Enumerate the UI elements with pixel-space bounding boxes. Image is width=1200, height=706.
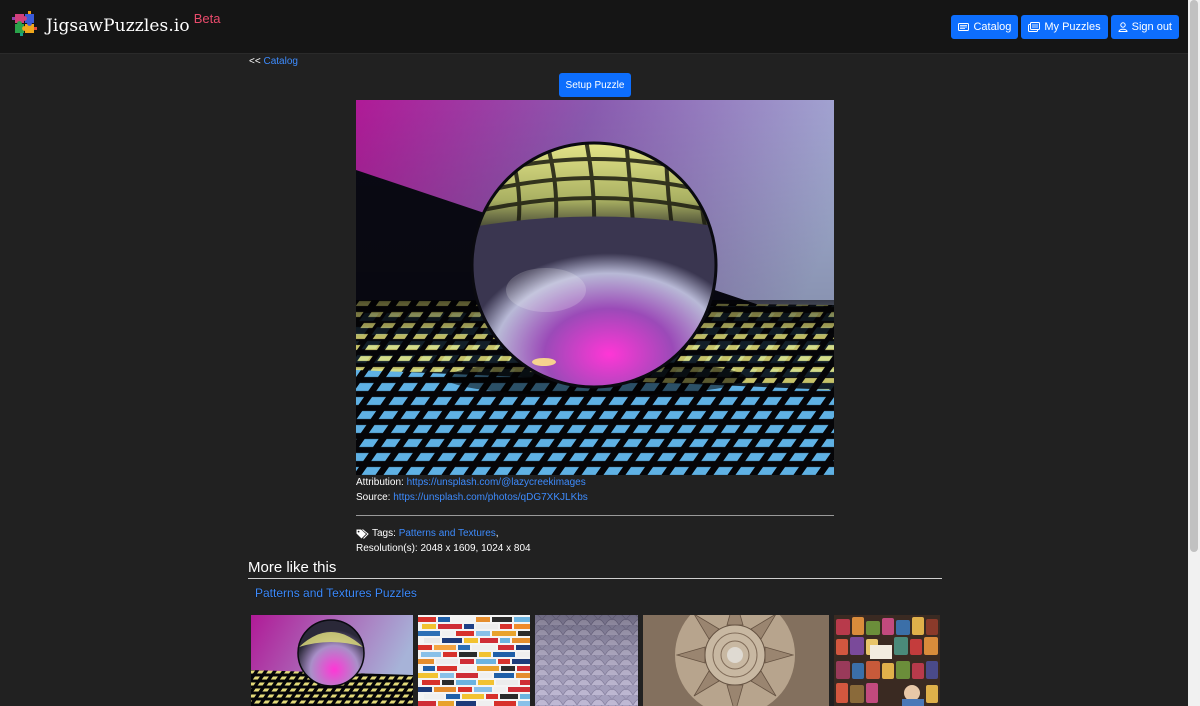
puzzle-preview-image xyxy=(356,100,834,475)
source-link[interactable]: https://unsplash.com/photos/qDG7XKJLKbs xyxy=(393,492,588,503)
breadcrumb-prefix: << xyxy=(249,56,261,67)
related-puzzle-thumbnail[interactable] xyxy=(535,615,638,706)
related-puzzle-thumbnail[interactable] xyxy=(643,615,829,706)
resolutions-value: 2048 x 1609, 1024 x 804 xyxy=(420,543,531,554)
related-puzzle-thumbnail[interactable] xyxy=(251,615,413,706)
tag-link-patterns-and-textures[interactable]: Patterns and Textures xyxy=(399,528,496,539)
more-like-this-divider xyxy=(248,578,942,579)
attribution-link[interactable]: https://unsplash.com/@lazycreekimages xyxy=(407,477,586,488)
colorful-bricks-thumb-image xyxy=(418,615,530,706)
my-puzzles-button[interactable]: My Puzzles xyxy=(1021,15,1108,39)
ornamental-dome-thumb-image xyxy=(643,615,829,706)
more-like-this-heading: More like this xyxy=(248,559,337,576)
brand-name: JigsawPuzzles.io xyxy=(46,16,190,36)
resolutions-label: Resolution(s): xyxy=(356,543,418,554)
setup-puzzle-button[interactable]: Setup Puzzle xyxy=(559,73,631,97)
details-divider xyxy=(356,515,834,516)
my-puzzles-button-label: My Puzzles xyxy=(1044,21,1101,33)
sign-out-button-label: Sign out xyxy=(1131,21,1172,33)
top-navbar: JigsawPuzzles.io Beta Catalog My Puzzles xyxy=(0,0,1188,54)
tags-line: Tags: Patterns and Textures, xyxy=(356,528,499,539)
scrollbar-thumb[interactable] xyxy=(1190,0,1198,552)
tags-label: Tags: xyxy=(372,528,396,539)
crystal-ball-thumb-image xyxy=(251,615,413,706)
user-icon xyxy=(1118,22,1128,32)
attribution-line: Attribution: https://unsplash.com/@lazyc… xyxy=(356,477,586,488)
source-line: Source: https://unsplash.com/photos/qDG7… xyxy=(356,492,588,503)
crystal-ball-photo xyxy=(356,100,834,475)
related-puzzle-thumbnail[interactable] xyxy=(418,615,530,706)
tag-separator: , xyxy=(495,528,499,539)
sign-out-button[interactable]: Sign out xyxy=(1110,15,1179,39)
breadcrumb-catalog-link[interactable]: Catalog xyxy=(263,56,297,67)
page-scrollbar[interactable] xyxy=(1188,0,1200,706)
attribution-label: Attribution: xyxy=(356,477,404,488)
breadcrumb: << Catalog xyxy=(249,56,298,67)
brand[interactable]: JigsawPuzzles.io Beta xyxy=(11,10,221,40)
source-label: Source: xyxy=(356,492,391,503)
catalog-button[interactable]: Catalog xyxy=(951,15,1019,39)
puzzle-logo-icon xyxy=(12,11,37,36)
market-bags-thumb-image xyxy=(834,615,940,706)
scale-pattern-thumb-image xyxy=(535,615,638,706)
nav-buttons: Catalog My Puzzles Sign out xyxy=(951,15,1179,39)
related-puzzle-thumbnail[interactable] xyxy=(834,615,940,706)
category-puzzles-link[interactable]: Patterns and Textures Puzzles xyxy=(255,586,417,600)
puzzles-icon xyxy=(1028,22,1041,32)
tags-icon xyxy=(356,528,369,539)
beta-badge: Beta xyxy=(193,11,221,26)
catalog-icon xyxy=(958,23,970,31)
catalog-button-label: Catalog xyxy=(973,21,1012,33)
resolutions-line: Resolution(s): 2048 x 1609, 1024 x 804 xyxy=(356,543,531,554)
